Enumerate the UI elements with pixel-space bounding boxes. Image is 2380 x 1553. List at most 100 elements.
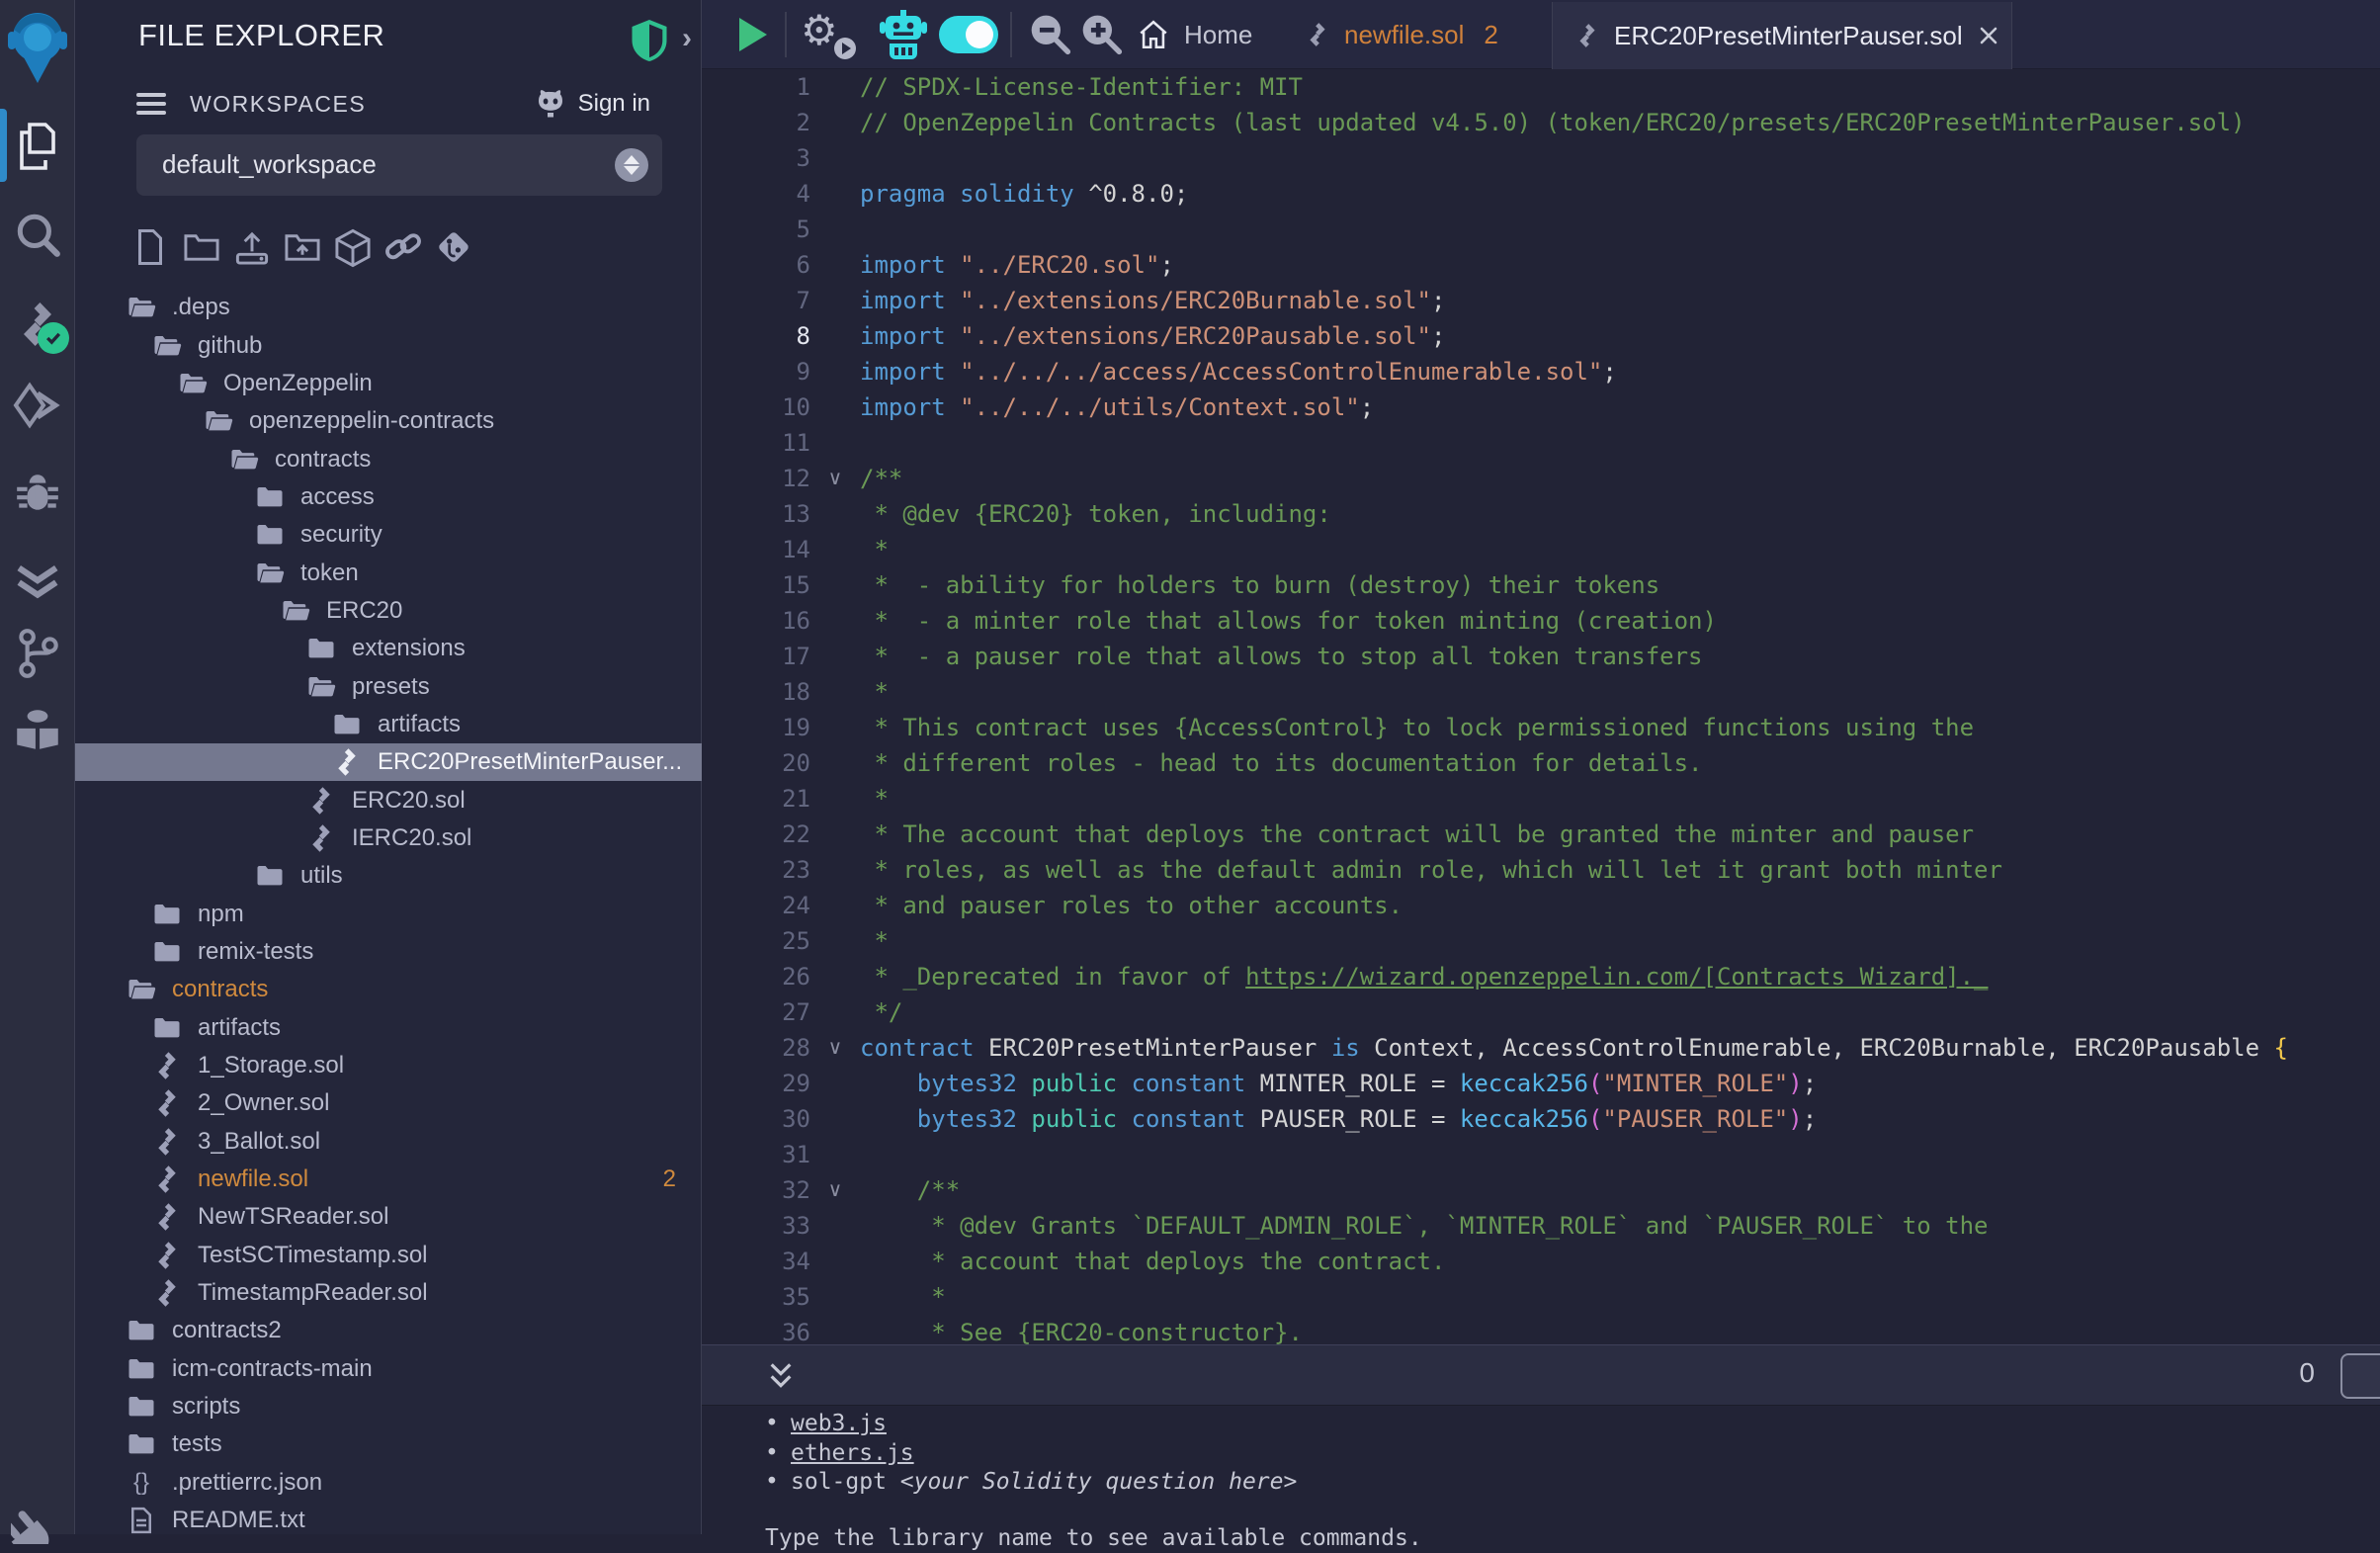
code-line[interactable]: 9import "../../../access/AccessControlEn… <box>702 354 2380 389</box>
run-play-icon[interactable] <box>739 18 767 51</box>
tree-item-testsctimestamp-sol[interactable]: TestSCTimestamp.sol <box>75 1237 702 1274</box>
plugin-manager-icon[interactable] <box>11 704 64 757</box>
tree-item-timestampreader-sol[interactable]: TimestampReader.sol <box>75 1274 702 1312</box>
chevron-right-icon[interactable]: › <box>682 22 692 55</box>
code-line[interactable]: 17 * - a pauser role that allows to stop… <box>702 639 2380 674</box>
tree-item-readme-txt[interactable]: README.txt <box>75 1502 702 1534</box>
code-line[interactable]: 35 * <box>702 1279 2380 1315</box>
tree-item-icm-contracts-main[interactable]: icm-contracts-main <box>75 1350 702 1388</box>
code-line[interactable]: 28∨contract ERC20PresetMinterPauser is C… <box>702 1030 2380 1066</box>
tree-item-tests[interactable]: tests <box>75 1425 702 1463</box>
copilot-toggle[interactable] <box>939 16 998 53</box>
tree-item-presets[interactable]: presets <box>75 667 702 705</box>
code-line[interactable]: 14 * <box>702 532 2380 567</box>
unit-testing-icon[interactable] <box>13 556 62 601</box>
code-line[interactable]: 12∨/** <box>702 461 2380 496</box>
code-line[interactable]: 1// SPDX-License-Identifier: MIT <box>702 69 2380 105</box>
tree-item-erc20presetminterpauser-[interactable]: ERC20PresetMinterPauser... <box>75 743 702 781</box>
tree-item--prettierrc-json[interactable]: {}.prettierrc.json <box>75 1464 702 1502</box>
tree-item-contracts[interactable]: contracts <box>75 440 702 477</box>
upload-file-icon[interactable] <box>233 227 269 267</box>
deploy-run-icon[interactable] <box>12 380 63 431</box>
workspace-select[interactable]: default_workspace <box>136 134 662 196</box>
git-clone-icon[interactable] <box>435 227 470 267</box>
code-line[interactable]: 11 <box>702 425 2380 461</box>
tab-newfile[interactable]: newfile.sol 2 <box>1295 0 1508 69</box>
code-line[interactable]: 32∨ /** <box>702 1172 2380 1208</box>
code-line[interactable]: 8import "../extensions/ERC20Pausable.sol… <box>702 318 2380 354</box>
code-line[interactable]: 23 * roles, as well as the default admin… <box>702 852 2380 888</box>
debugger-icon[interactable] <box>13 469 62 518</box>
code-line[interactable]: 22 * The account that deploys the contra… <box>702 817 2380 852</box>
search-icon[interactable] <box>13 210 62 259</box>
fold-chevron-icon[interactable]: ∨ <box>810 461 860 496</box>
zoom-in-icon[interactable] <box>1079 12 1123 55</box>
tree-item-token[interactable]: token <box>75 554 702 591</box>
tree-item-npm[interactable]: npm <box>75 896 702 933</box>
code-line[interactable]: 25 * <box>702 923 2380 959</box>
code-line[interactable]: 34 * account that deploys the contract. <box>702 1244 2380 1279</box>
shield-icon[interactable] <box>629 18 670 63</box>
code-line[interactable]: 30 bytes32 public constant PAUSER_ROLE =… <box>702 1101 2380 1137</box>
load-url-link-icon[interactable] <box>384 227 420 267</box>
tree-item-contracts2[interactable]: contracts2 <box>75 1312 702 1349</box>
tree-item-contracts[interactable]: contracts <box>75 971 702 1008</box>
code-line[interactable]: 21 * <box>702 781 2380 817</box>
tree-item--deps[interactable]: .deps <box>75 289 702 326</box>
fold-chevron-icon[interactable]: ∨ <box>810 1172 860 1208</box>
code-line[interactable]: 26 * _Deprecated in favor of https://wiz… <box>702 959 2380 994</box>
code-line[interactable]: 19 * This contract uses {AccessControl} … <box>702 710 2380 745</box>
remix-logo-icon[interactable] <box>6 10 69 83</box>
load-ipfs-cube-icon[interactable] <box>334 227 370 267</box>
code-line[interactable]: 18 * <box>702 674 2380 710</box>
upload-folder-icon[interactable] <box>284 227 319 267</box>
plug-icon[interactable] <box>11 1505 64 1544</box>
close-icon[interactable] <box>1977 24 2000 47</box>
code-line[interactable]: 33 * @dev Grants `DEFAULT_ADMIN_ROLE`, `… <box>702 1208 2380 1244</box>
tree-item-artifacts[interactable]: artifacts <box>75 1009 702 1047</box>
tree-item-openzeppelin[interactable]: OpenZeppelin <box>75 365 702 402</box>
zoom-out-icon[interactable] <box>1028 12 1071 55</box>
tree-item-newtsreader-sol[interactable]: NewTSReader.sol <box>75 1198 702 1236</box>
fold-chevron-icon[interactable]: ∨ <box>810 1030 860 1066</box>
git-icon[interactable] <box>13 627 62 680</box>
tab-active-file[interactable]: ERC20PresetMinterPauser.sol <box>1552 2 2012 69</box>
code-line[interactable]: 36 * See {ERC20-constructor}. <box>702 1315 2380 1344</box>
workspace-stepper-icon[interactable] <box>615 148 648 182</box>
code-line[interactable]: 31 <box>702 1137 2380 1172</box>
tree-item-erc20[interactable]: ERC20 <box>75 592 702 630</box>
code-line[interactable]: 16 * - a minter role that allows for tok… <box>702 603 2380 639</box>
run-script-gear-icon[interactable]: ⚙ <box>801 6 838 54</box>
code-line[interactable]: 3 <box>702 140 2380 176</box>
tree-item-erc20-sol[interactable]: ERC20.sol <box>75 781 702 819</box>
solidity-compiler-icon[interactable] <box>14 293 61 348</box>
tree-item-access[interactable]: access <box>75 478 702 516</box>
code-line[interactable]: 10import "../../../utils/Context.sol"; <box>702 389 2380 425</box>
tree-item-2-owner-sol[interactable]: 2_Owner.sol <box>75 1084 702 1122</box>
tree-item-1-storage-sol[interactable]: 1_Storage.sol <box>75 1047 702 1084</box>
file-explorer-icon[interactable] <box>14 121 61 172</box>
code-line[interactable]: 5 <box>702 212 2380 247</box>
code-line[interactable]: 15 * - ability for holders to burn (dest… <box>702 567 2380 603</box>
tree-item-github[interactable]: github <box>75 326 702 364</box>
code-line[interactable]: 27 */ <box>702 994 2380 1030</box>
ai-robot-icon[interactable] <box>878 8 929 61</box>
tree-item-remix-tests[interactable]: remix-tests <box>75 933 702 971</box>
tree-item-3-ballot-sol[interactable]: 3_Ballot.sol <box>75 1123 702 1161</box>
code-line[interactable]: 20 * different roles - head to its docum… <box>702 745 2380 781</box>
new-file-icon[interactable] <box>132 227 168 267</box>
tree-item-artifacts[interactable]: artifacts <box>75 706 702 743</box>
code-line[interactable]: 6import "../ERC20.sol"; <box>702 247 2380 283</box>
tree-item-ierc20-sol[interactable]: IERC20.sol <box>75 820 702 857</box>
code-line[interactable]: 4pragma solidity ^0.8.0; <box>702 176 2380 212</box>
code-line[interactable]: 24 * and pauser roles to other accounts. <box>702 888 2380 923</box>
terminal-library-link[interactable]: ethers.js <box>791 1440 914 1466</box>
new-folder-icon[interactable] <box>183 227 218 267</box>
code-line[interactable]: 2// OpenZeppelin Contracts (last updated… <box>702 105 2380 140</box>
tab-home[interactable]: Home <box>1127 0 1262 69</box>
code-line[interactable]: 29 bytes32 public constant MINTER_ROLE =… <box>702 1066 2380 1101</box>
terminal-library-link[interactable]: web3.js <box>791 1411 887 1436</box>
tree-item-utils[interactable]: utils <box>75 857 702 895</box>
tree-item-extensions[interactable]: extensions <box>75 630 702 667</box>
code-line[interactable]: 13 * @dev {ERC20} token, including: <box>702 496 2380 532</box>
